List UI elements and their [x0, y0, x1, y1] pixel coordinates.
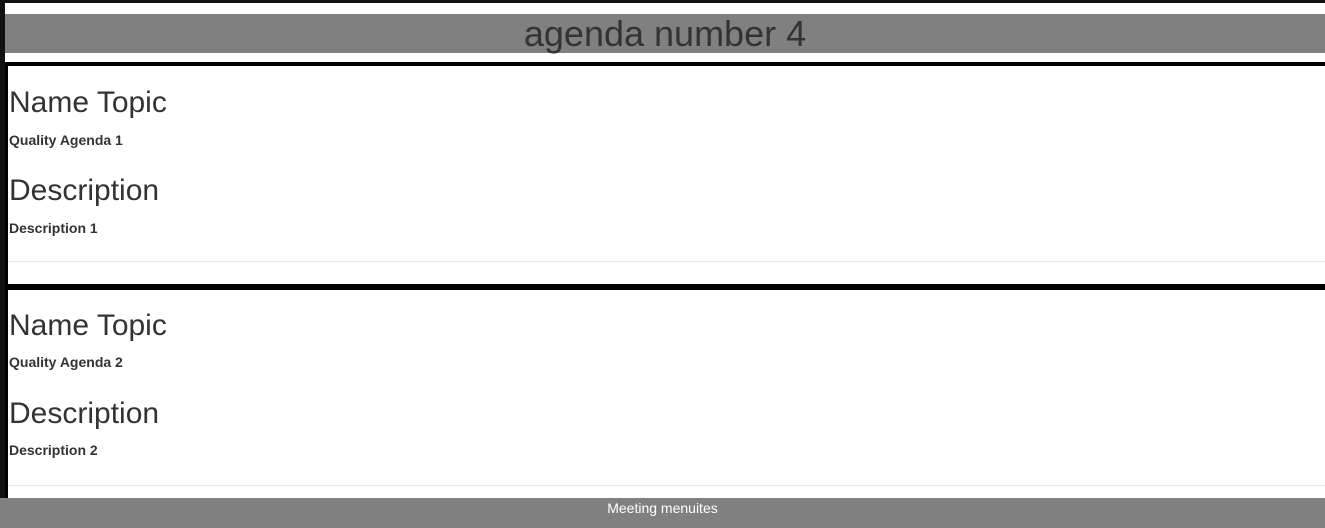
top-border [0, 0, 1325, 3]
description-value: Description 1 [9, 220, 98, 236]
description-heading: Description [9, 174, 160, 207]
name-topic-heading: Name Topic [9, 309, 167, 342]
description-heading: Description [9, 397, 160, 430]
name-topic-value: Quality Agenda 2 [9, 354, 123, 370]
name-topic-heading: Name Topic [9, 86, 167, 119]
agenda-item-card: Name Topic Quality Agenda 2 Description … [5, 284, 1325, 498]
agenda-item-card: Name Topic Quality Agenda 1 Description … [5, 62, 1325, 284]
card-divider [8, 261, 1325, 262]
footer: Meeting menuites [0, 498, 1325, 528]
description-value: Description 2 [9, 442, 98, 458]
page: agenda number 4 Name Topic Quality Agend… [0, 0, 1325, 528]
page-title: agenda number 4 [5, 14, 1325, 53]
card-divider [8, 485, 1325, 486]
name-topic-value: Quality Agenda 1 [9, 132, 123, 148]
